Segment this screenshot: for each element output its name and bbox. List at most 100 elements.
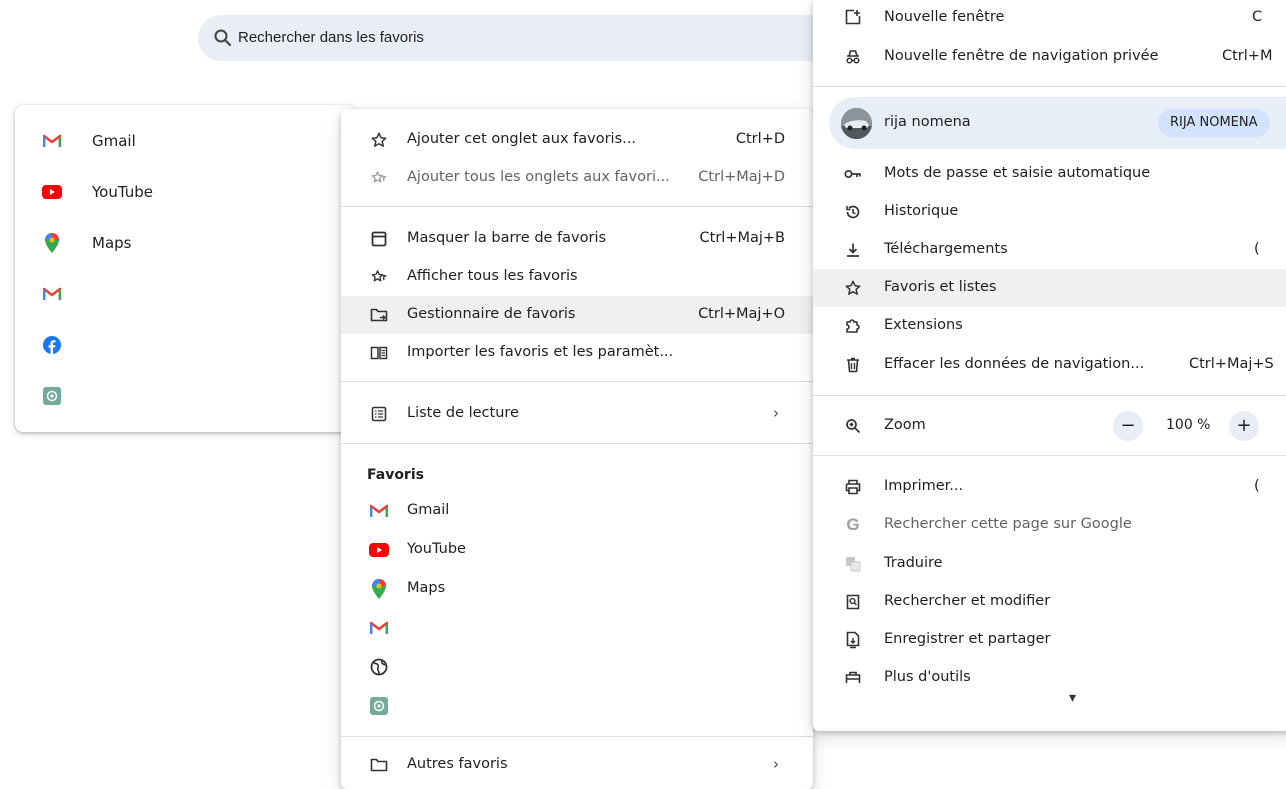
history-item[interactable]: Historique xyxy=(813,193,1286,231)
zoom-value: 100 % xyxy=(1166,417,1211,433)
shortcut-label: Ctrl+M xyxy=(1222,48,1273,64)
menu-item-label: Téléchargements xyxy=(884,241,1008,257)
panel-item-gmail[interactable]: Gmail xyxy=(42,129,136,153)
menu-item-label: Ajouter cet onglet aux favoris... xyxy=(407,131,636,147)
menu-item-label: Gestionnaire de favoris xyxy=(407,306,576,322)
save-share-icon xyxy=(843,630,863,650)
maps-icon xyxy=(42,233,62,253)
reading-list-item[interactable]: Liste de lecture › xyxy=(341,395,813,433)
search-page-google-item[interactable]: G Rechercher cette page sur Google xyxy=(813,506,1286,544)
panel-item-label: YouTube xyxy=(92,183,153,201)
scroll-down-arrow-icon[interactable]: ▾ xyxy=(1069,690,1076,706)
favorite-item-gmail[interactable]: Gmail xyxy=(341,492,813,530)
bookmark-manager-item[interactable]: Gestionnaire de favoris Ctrl+Maj+O xyxy=(341,296,813,334)
zoom-label: Zoom xyxy=(884,417,926,433)
new-window-item[interactable]: Nouvelle fenêtre C xyxy=(813,0,1286,38)
panel-item-maps[interactable]: Maps xyxy=(42,231,131,255)
bookmark-search-bar[interactable]: Rechercher dans les favoris xyxy=(198,15,838,61)
chatgpt-icon xyxy=(42,386,62,406)
passwords-autofill-item[interactable]: Mots de passe et saisie automatique xyxy=(813,155,1286,193)
print-item[interactable]: Imprimer... ( xyxy=(813,468,1286,506)
zoom-in-button[interactable]: + xyxy=(1229,411,1259,441)
history-icon xyxy=(843,202,863,222)
avatar xyxy=(841,108,872,139)
favorite-item-maps[interactable]: Maps xyxy=(341,570,813,608)
panel-item-chatgpt[interactable] xyxy=(42,384,62,408)
profile-name: rija nomena xyxy=(884,114,971,130)
youtube-icon xyxy=(42,182,62,202)
favorite-item-globe[interactable] xyxy=(341,648,813,686)
chatgpt-icon xyxy=(369,696,389,716)
facebook-icon xyxy=(42,335,62,355)
favorite-item-youtube[interactable]: YouTube xyxy=(341,531,813,569)
import-bookmarks-item[interactable]: Importer les favoris et les paramèt... xyxy=(341,334,813,372)
shortcut-label: Ctrl+Maj+S xyxy=(1189,356,1274,372)
folder-icon xyxy=(369,755,389,775)
add-all-tabs-item[interactable]: Ajouter tous les onglets aux favori... C… xyxy=(341,159,813,197)
zoom-icon xyxy=(843,416,863,436)
zoom-out-button[interactable]: − xyxy=(1113,411,1143,441)
divider xyxy=(341,736,813,737)
clear-browsing-data-item[interactable]: Effacer les données de navigation... Ctr… xyxy=(813,346,1286,384)
menu-item-label: Ajouter tous les onglets aux favori... xyxy=(407,169,670,185)
menu-item-label: Rechercher cette page sur Google xyxy=(884,516,1132,532)
star-outline-icon xyxy=(843,278,863,298)
new-window-icon xyxy=(843,7,863,27)
shortcut-label: Ctrl+Maj+O xyxy=(698,306,785,322)
menu-item-label: Enregistrer et partager xyxy=(884,631,1051,647)
downloads-item[interactable]: Téléchargements ( xyxy=(813,231,1286,269)
show-all-bookmarks-item[interactable]: Afficher tous les favoris xyxy=(341,258,813,296)
printer-icon xyxy=(843,477,863,497)
panel-item-youtube[interactable]: YouTube xyxy=(42,180,153,204)
menu-item-label: Plus d'outils xyxy=(884,669,971,683)
key-icon xyxy=(843,164,863,184)
globe-icon xyxy=(369,657,389,677)
menu-item-label: Liste de lecture xyxy=(407,405,519,421)
more-tools-item[interactable]: Plus d'outils xyxy=(813,659,1286,683)
menu-item-label: Nouvelle fenêtre de navigation privée xyxy=(884,48,1159,64)
search-icon xyxy=(213,28,233,48)
divider xyxy=(813,455,1286,456)
hide-bookmarks-bar-item[interactable]: Masquer la barre de favoris Ctrl+Maj+B xyxy=(341,220,813,258)
chevron-right-icon: › xyxy=(773,404,779,422)
panel-item-facebook[interactable] xyxy=(42,333,62,357)
divider xyxy=(341,206,813,207)
menu-item-label: Nouvelle fenêtre xyxy=(884,9,1005,25)
maps-icon xyxy=(369,579,389,599)
translate-item[interactable]: Traduire xyxy=(813,545,1286,583)
bookmarks-submenu: Ajouter cet onglet aux favoris... Ctrl+D… xyxy=(341,109,813,789)
extensions-item[interactable]: Extensions xyxy=(813,307,1286,345)
panel-item-label: Gmail xyxy=(92,132,136,150)
panel-item-gmail-2[interactable] xyxy=(42,282,62,306)
stars-icon xyxy=(369,168,389,188)
bookmarks-and-lists-item[interactable]: Favoris et listes xyxy=(813,269,1286,307)
other-favorites-item[interactable]: Autres favoris › xyxy=(341,746,813,784)
find-and-edit-item[interactable]: Rechercher et modifier xyxy=(813,583,1286,621)
bookmark-bar-icon xyxy=(369,229,389,249)
panel-item-label: Maps xyxy=(92,234,132,252)
translate-icon xyxy=(843,554,863,574)
menu-item-label: Importer les favoris et les paramèt... xyxy=(407,344,674,360)
menu-item-label: Traduire xyxy=(884,555,943,571)
shortcut-label: ( xyxy=(1254,241,1260,257)
add-tab-to-bookmarks-item[interactable]: Ajouter cet onglet aux favoris... Ctrl+D xyxy=(341,121,813,159)
toolbox-icon xyxy=(843,668,863,683)
bookmarks-sidebar-panel: Gmail YouTube Maps xyxy=(15,105,355,432)
favorite-item-gmail-2[interactable] xyxy=(341,609,813,647)
import-book-icon xyxy=(369,343,389,363)
new-incognito-window-item[interactable]: Nouvelle fenêtre de navigation privée Ct… xyxy=(813,38,1286,76)
shortcut-label: Ctrl+D xyxy=(735,131,785,147)
search-placeholder: Rechercher dans les favoris xyxy=(238,29,424,46)
shortcut-label: Ctrl+Maj+D xyxy=(698,169,785,185)
profile-chip[interactable]: RIJA NOMENA xyxy=(1158,109,1270,137)
menu-item-label: Effacer les données de navigation... xyxy=(884,356,1145,372)
favorite-item-chatgpt[interactable] xyxy=(341,687,813,725)
menu-item-label: Mots de passe et saisie automatique xyxy=(884,165,1151,181)
shortcut-label: C xyxy=(1252,9,1263,25)
menu-item-label: Autres favoris xyxy=(407,756,508,772)
divider xyxy=(341,381,813,382)
profile-row[interactable]: rija nomena RIJA NOMENA xyxy=(829,97,1286,149)
zoom-row: Zoom − 100 % + xyxy=(813,407,1286,445)
save-and-share-item[interactable]: Enregistrer et partager xyxy=(813,621,1286,659)
divider xyxy=(813,395,1286,396)
